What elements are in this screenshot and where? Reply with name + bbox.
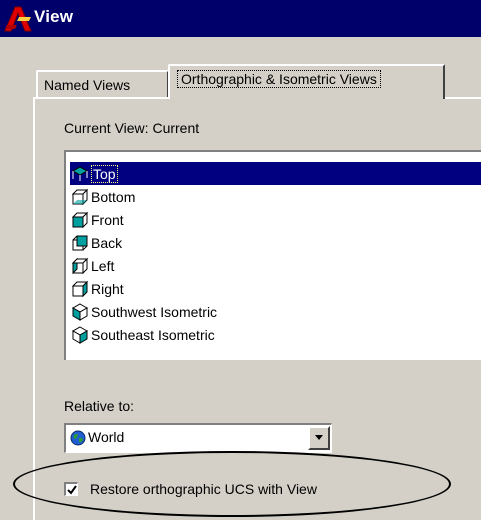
relative-to-combobox[interactable]: World [64,423,332,453]
southwest-isometric-icon [71,302,89,321]
dropdown-button[interactable] [308,426,330,450]
chevron-down-icon [315,435,323,440]
autocad-logo-icon [4,6,32,32]
tab-named-views[interactable]: Named Views [36,70,169,100]
top-view-icon [71,165,89,181]
view-label: Top [91,164,118,183]
list-item-back[interactable]: Back [70,231,481,254]
tab-named-views-label: Named Views [44,77,131,93]
tab-orthographic-label: Orthographic & Isometric Views [177,70,381,88]
view-label: Southeast Isometric [91,326,215,343]
back-view-icon [72,235,88,250]
front-view-icon [71,211,89,228]
view-label: Left [91,257,115,274]
list-item-bottom[interactable]: Bottom [70,185,481,208]
window-title: View [34,7,74,26]
list-item-southwest-isometric[interactable]: Southwest Isometric [70,300,481,323]
view-label: Right [91,280,124,297]
relative-to-value: World [88,429,125,445]
southeast-isometric-icon [71,325,89,344]
relative-to-label: Relative to: [64,398,135,414]
current-view-text: Current View: Current [64,120,199,136]
views-listbox[interactable]: Top Bottom Front Back Left Right Southwe… [64,150,481,360]
restore-ucs-checkbox[interactable] [64,482,78,496]
view-label: Bottom [91,188,136,205]
list-item-right[interactable]: Right [70,277,481,300]
current-view-value: Current [152,120,200,136]
view-label: Front [91,211,124,228]
title-bar[interactable]: View [0,0,481,37]
left-view-icon [71,257,89,274]
bottom-view-icon [71,188,89,205]
view-label: Back [91,234,123,251]
tab-orthographic-isometric-views[interactable]: Orthographic & Isometric Views [168,64,445,99]
list-item-southeast-isometric[interactable]: Southeast Isometric [70,323,481,346]
checkmark-icon [67,485,77,495]
right-view-icon [71,280,89,297]
current-view-label: Current View: [64,120,149,136]
view-dialog: View Named Views Orthographic & Isometri… [0,0,481,520]
view-label: Southwest Isometric [91,303,218,320]
list-item-left[interactable]: Left [70,254,481,277]
restore-ucs-label: Restore orthographic UCS with View [90,481,317,497]
restore-ucs-option[interactable]: Restore orthographic UCS with View [64,479,317,499]
list-item-front[interactable]: Front [70,208,481,231]
list-item-top[interactable]: Top [70,162,481,185]
globe-icon [70,430,86,446]
